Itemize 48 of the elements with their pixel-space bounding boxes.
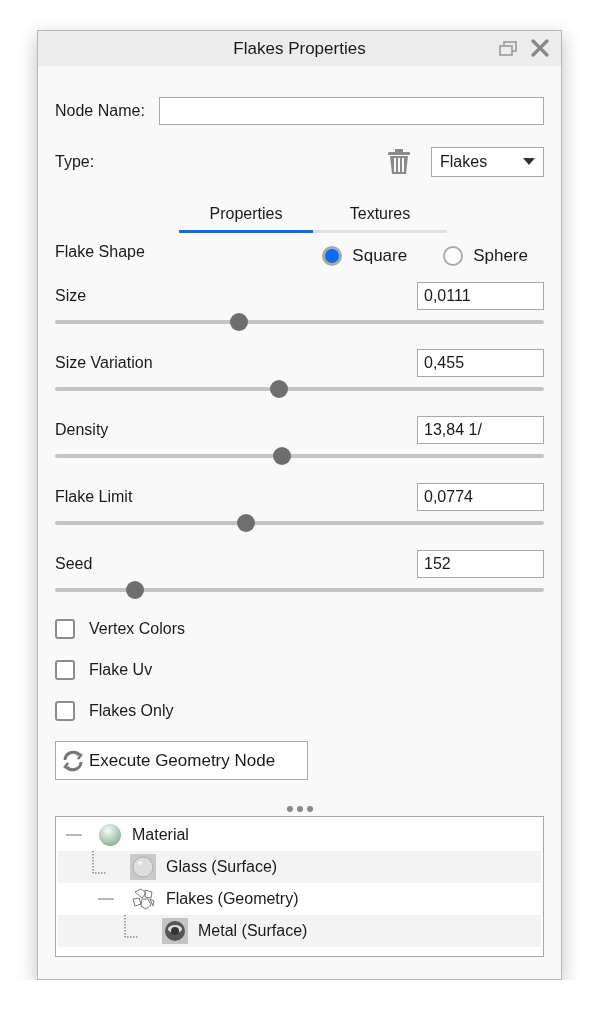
slider-thumb[interactable]: [273, 447, 292, 465]
slider-label: Seed: [55, 555, 94, 573]
flakes-icon: [130, 886, 156, 912]
checkbox-label: Flake Uv: [89, 661, 153, 679]
slider-thumb[interactable]: [229, 313, 248, 331]
checkbox[interactable]: [55, 619, 75, 639]
execute-button[interactable]: Execute Geometry Node: [55, 741, 308, 780]
value-field[interactable]: 0,0774: [417, 483, 544, 511]
value-field[interactable]: 0,455: [417, 349, 544, 377]
type-dropdown[interactable]: Flakes: [431, 147, 544, 177]
tree-item[interactable]: Metal (Surface): [198, 922, 308, 940]
close-icon[interactable]: [531, 39, 549, 57]
slider-label: Size: [55, 287, 88, 305]
caret-icon: [523, 158, 535, 166]
tab[interactable]: Properties: [179, 205, 313, 233]
checkbox[interactable]: [55, 660, 75, 680]
field-label: Node Name:: [55, 102, 145, 120]
checkbox-label: Flakes Only: [89, 702, 174, 720]
slider-thumb[interactable]: [270, 380, 289, 398]
glass-sphere-icon: [130, 854, 156, 880]
radio-label: Square: [352, 246, 408, 266]
tree-item[interactable]: Glass (Surface): [166, 858, 278, 876]
value-field[interactable]: 0,0111: [417, 282, 544, 310]
tree-item[interactable]: Material: [132, 826, 189, 844]
radio-button[interactable]: [322, 246, 343, 266]
checkbox-label: Vertex Colors: [89, 620, 186, 638]
slider-label: Density: [55, 421, 110, 439]
slider-label: Flake Limit: [55, 488, 134, 506]
metal-sphere-icon: [162, 918, 188, 944]
restore-icon[interactable]: [499, 40, 517, 56]
tab[interactable]: Textures: [313, 205, 447, 233]
radio-label: Sphere: [473, 246, 528, 266]
node-name-field[interactable]: [158, 97, 544, 125]
refresh-icon: [61, 749, 85, 772]
slider-thumb[interactable]: [125, 581, 144, 599]
checkbox[interactable]: [55, 701, 75, 721]
splitter-handle-icon[interactable]: [286, 806, 313, 812]
slider-label: Size Variation: [55, 354, 154, 372]
sphere-icon: [98, 823, 122, 847]
radio-button[interactable]: [443, 246, 464, 266]
value-field[interactable]: 13,84 1/: [417, 416, 544, 444]
value-field[interactable]: 152: [417, 550, 544, 578]
field-label: Type:: [55, 153, 95, 171]
window-title: Flakes Properties: [233, 38, 366, 59]
field-label: Flake Shape: [55, 243, 146, 261]
tree-item[interactable]: Flakes (Geometry): [166, 890, 299, 908]
trash-icon[interactable]: [387, 149, 411, 175]
slider-thumb[interactable]: [236, 514, 255, 532]
